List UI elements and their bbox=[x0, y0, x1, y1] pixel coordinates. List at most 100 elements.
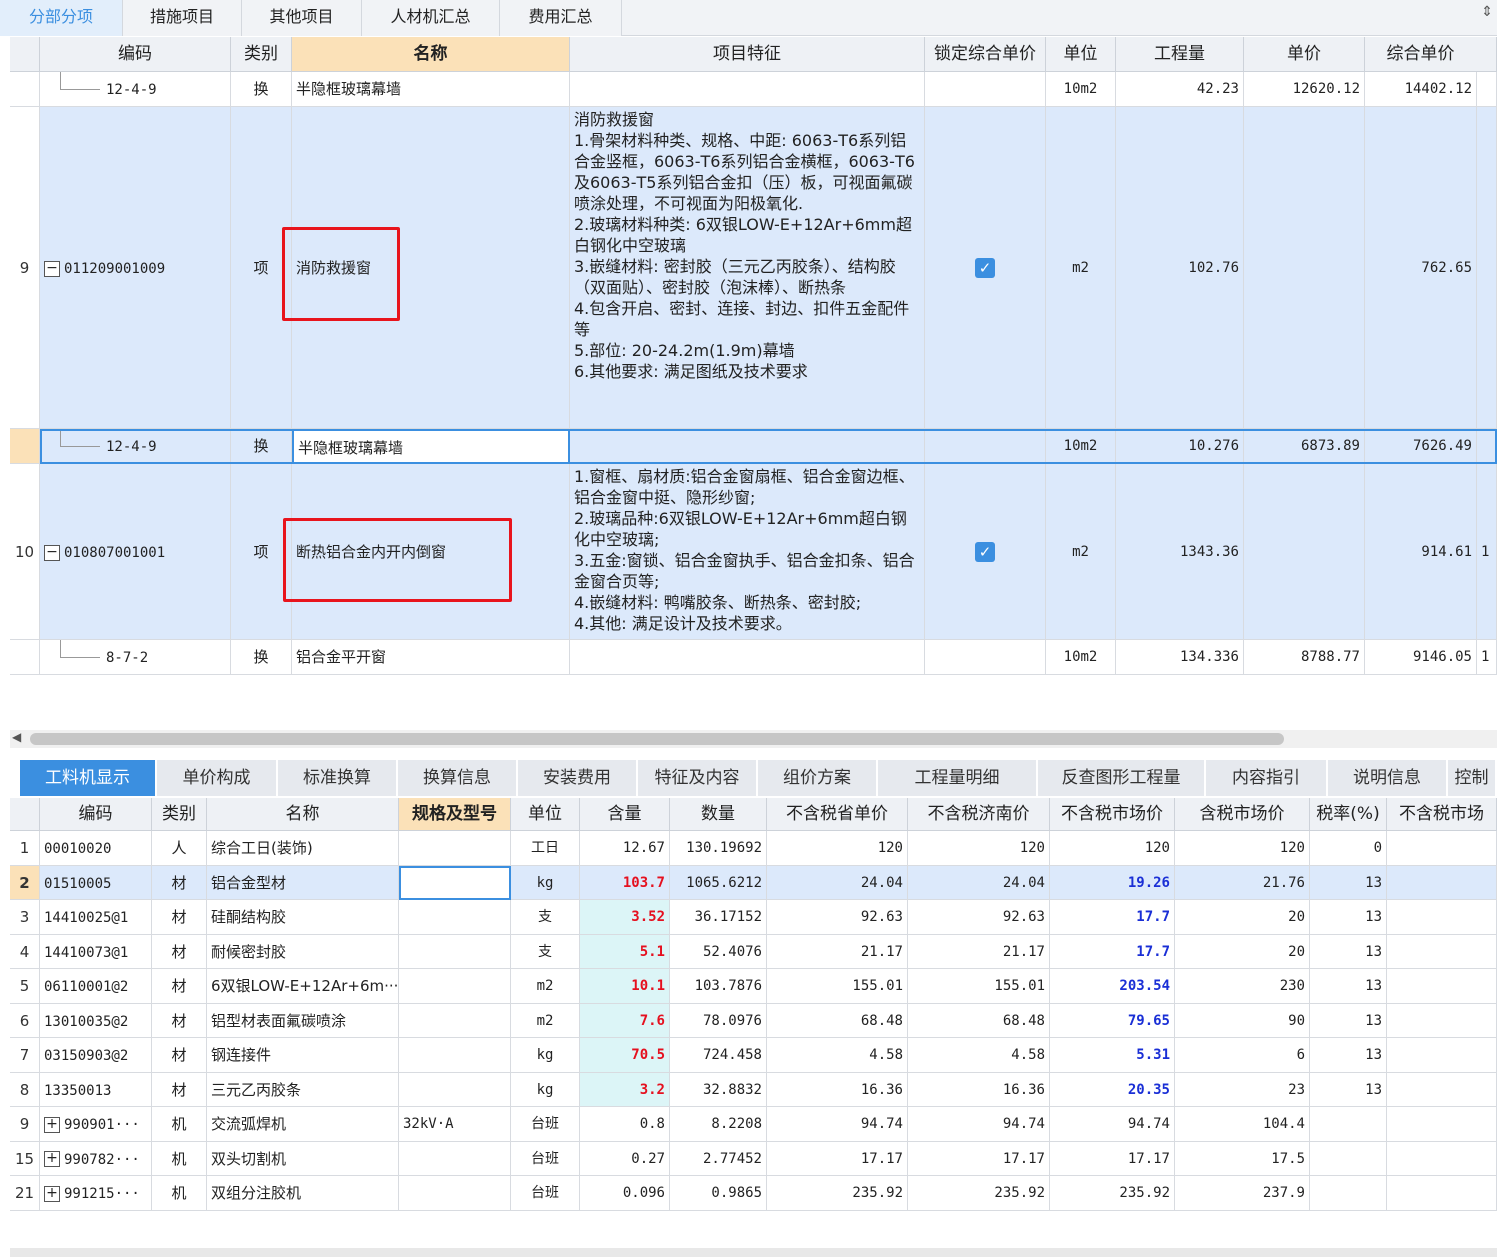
column-header[interactable]: 工程量 bbox=[1116, 37, 1244, 72]
quantity-cell[interactable]: 102.76 bbox=[1116, 107, 1244, 429]
checkbox-checked-icon[interactable]: ✓ bbox=[975, 258, 995, 278]
detail-column-header[interactable]: 类别 bbox=[152, 798, 207, 831]
detail-column-header[interactable]: 不含税市场价 bbox=[1050, 798, 1175, 831]
lock-price-cell[interactable]: ✓ bbox=[925, 107, 1046, 429]
detail-column-header[interactable]: 单位 bbox=[511, 798, 580, 831]
detail-unit-cell[interactable]: kg bbox=[511, 1072, 580, 1107]
code-cell[interactable]: 8-7-2 bbox=[40, 640, 231, 675]
detail-taxed-price-cell[interactable]: 20 bbox=[1175, 934, 1310, 969]
detail-content-cell[interactable]: 0.27 bbox=[580, 1141, 670, 1176]
detail-unit-cell[interactable]: 台班 bbox=[511, 1141, 580, 1176]
detail-provincial-price-cell[interactable]: 92.63 bbox=[767, 900, 908, 935]
detail-tab[interactable]: 内容指引 bbox=[1206, 760, 1328, 796]
detail-column-header[interactable]: 不含税省单价 bbox=[767, 798, 908, 831]
detail-tax-rate-cell[interactable]: 13 bbox=[1310, 1072, 1387, 1107]
lock-price-cell[interactable] bbox=[925, 640, 1046, 675]
detail-qty-cell[interactable]: 36.17152 bbox=[670, 900, 767, 935]
quantity-cell[interactable]: 42.23 bbox=[1116, 72, 1244, 107]
detail-spec-cell[interactable] bbox=[399, 969, 511, 1004]
scroll-left-arrow-icon[interactable]: ◀ bbox=[12, 730, 21, 744]
composite-price-cell[interactable]: 14402.12 bbox=[1365, 72, 1477, 107]
column-header[interactable]: 类别 bbox=[231, 37, 292, 72]
detail-unit-cell[interactable]: m2 bbox=[511, 969, 580, 1004]
unit-price-cell[interactable] bbox=[1244, 107, 1365, 429]
code-cell[interactable]: 12-4-9 bbox=[40, 429, 231, 464]
detail-type-cell[interactable]: 材 bbox=[152, 1072, 207, 1107]
detail-tax-rate-cell[interactable] bbox=[1310, 1141, 1387, 1176]
detail-tax-rate-cell[interactable]: 13 bbox=[1310, 969, 1387, 1004]
detail-taxed-price-cell[interactable]: 20 bbox=[1175, 900, 1310, 935]
detail-jinan-price-cell[interactable]: 94.74 bbox=[908, 1107, 1050, 1142]
detail-spec-cell[interactable] bbox=[399, 1072, 511, 1107]
detail-column-header[interactable]: 编码 bbox=[40, 798, 152, 831]
detail-name-cell[interactable]: 三元乙丙胶条 bbox=[207, 1072, 399, 1107]
column-header[interactable]: 综合单价 bbox=[1365, 37, 1477, 72]
detail-tax-rate-cell[interactable] bbox=[1310, 1107, 1387, 1142]
detail-market-price-cell[interactable]: 20.35 bbox=[1050, 1072, 1175, 1107]
detail-tax-rate-cell[interactable]: 13 bbox=[1310, 865, 1387, 900]
detail-code-cell[interactable]: 14410025@1 bbox=[40, 900, 152, 935]
detail-jinan-price-cell[interactable]: 24.04 bbox=[908, 865, 1050, 900]
column-header[interactable]: 单价 bbox=[1244, 37, 1365, 72]
detail-name-cell[interactable]: 铝型材表面氟碳喷涂 bbox=[207, 1003, 399, 1038]
detail-jinan-price-cell[interactable]: 155.01 bbox=[908, 969, 1050, 1004]
detail-code-cell[interactable]: 13350013 bbox=[40, 1072, 152, 1107]
checkbox-checked-icon[interactable]: ✓ bbox=[975, 542, 995, 562]
detail-market-price-cell[interactable]: 17.7 bbox=[1050, 934, 1175, 969]
type-cell[interactable]: 换 bbox=[231, 429, 292, 464]
detail-name-cell[interactable]: 钢连接件 bbox=[207, 1038, 399, 1073]
expand-plus-icon[interactable]: + bbox=[44, 1151, 60, 1167]
top-tab[interactable]: 分部分项 bbox=[0, 0, 123, 36]
detail-provincial-price-cell[interactable]: 68.48 bbox=[767, 1003, 908, 1038]
detail-tax-rate-cell[interactable]: 13 bbox=[1310, 1038, 1387, 1073]
detail-code-cell[interactable]: +991215··· bbox=[40, 1176, 152, 1211]
detail-tax-rate-cell[interactable]: 13 bbox=[1310, 934, 1387, 969]
unit-cell[interactable]: m2 bbox=[1046, 107, 1116, 429]
detail-name-cell[interactable]: 交流弧焊机 bbox=[207, 1107, 399, 1142]
detail-taxed-price-cell[interactable]: 21.76 bbox=[1175, 865, 1310, 900]
detail-qty-cell[interactable]: 78.0976 bbox=[670, 1003, 767, 1038]
collapse-minus-icon[interactable]: − bbox=[44, 260, 60, 277]
detail-code-cell[interactable]: 13010035@2 bbox=[40, 1003, 152, 1038]
detail-tax-rate-cell[interactable]: 0 bbox=[1310, 831, 1387, 866]
detail-market-price-cell[interactable]: 79.65 bbox=[1050, 1003, 1175, 1038]
detail-tab[interactable]: 特征及内容 bbox=[638, 760, 758, 796]
column-header[interactable]: 项目特征 bbox=[570, 37, 925, 72]
detail-type-cell[interactable]: 机 bbox=[152, 1176, 207, 1211]
detail-qty-cell[interactable]: 103.7876 bbox=[670, 969, 767, 1004]
detail-unit-cell[interactable]: kg bbox=[511, 1038, 580, 1073]
detail-name-cell[interactable]: 铝合金型材 bbox=[207, 865, 399, 900]
detail-type-cell[interactable]: 材 bbox=[152, 1038, 207, 1073]
detail-unit-cell[interactable]: 台班 bbox=[511, 1176, 580, 1211]
detail-provincial-price-cell[interactable]: 24.04 bbox=[767, 865, 908, 900]
detail-code-cell[interactable]: 03150903@2 bbox=[40, 1038, 152, 1073]
detail-tab[interactable]: 标准换算 bbox=[278, 760, 398, 796]
detail-code-cell[interactable]: 06110001@2 bbox=[40, 969, 152, 1004]
detail-market-price-cell[interactable]: 94.74 bbox=[1050, 1107, 1175, 1142]
detail-tab[interactable]: 工料机显示 bbox=[20, 760, 157, 796]
code-cell[interactable]: −010807001001 bbox=[40, 464, 231, 640]
detail-name-cell[interactable]: 双头切割机 bbox=[207, 1141, 399, 1176]
unit-cell[interactable]: m2 bbox=[1046, 464, 1116, 640]
column-header[interactable]: 锁定综合单价 bbox=[925, 37, 1046, 72]
detail-taxed-price-cell[interactable]: 90 bbox=[1175, 1003, 1310, 1038]
detail-taxed-price-cell[interactable]: 17.5 bbox=[1175, 1141, 1310, 1176]
detail-provincial-price-cell[interactable]: 155.01 bbox=[767, 969, 908, 1004]
detail-tab[interactable]: 组价方案 bbox=[758, 760, 878, 796]
detail-content-cell[interactable]: 10.1 bbox=[580, 969, 670, 1004]
detail-qty-cell[interactable]: 0.9865 bbox=[670, 1176, 767, 1211]
detail-market-price-cell[interactable]: 203.54 bbox=[1050, 969, 1175, 1004]
code-cell[interactable]: 12-4-9 bbox=[40, 72, 231, 107]
unit-price-cell[interactable]: 8788.77 bbox=[1244, 640, 1365, 675]
detail-provincial-price-cell[interactable]: 17.17 bbox=[767, 1141, 908, 1176]
detail-content-cell[interactable]: 0.8 bbox=[580, 1107, 670, 1142]
detail-code-cell[interactable]: +990782··· bbox=[40, 1141, 152, 1176]
detail-spec-cell[interactable] bbox=[399, 1141, 511, 1176]
horizontal-scrollbar[interactable]: ◀ bbox=[10, 730, 1497, 748]
detail-content-cell[interactable]: 3.2 bbox=[580, 1072, 670, 1107]
detail-taxed-price-cell[interactable]: 120 bbox=[1175, 831, 1310, 866]
detail-spec-cell[interactable] bbox=[399, 900, 511, 935]
detail-name-cell[interactable]: 耐候密封胶 bbox=[207, 934, 399, 969]
detail-column-header[interactable]: 含税市场价 bbox=[1175, 798, 1310, 831]
detail-provincial-price-cell[interactable]: 94.74 bbox=[767, 1107, 908, 1142]
